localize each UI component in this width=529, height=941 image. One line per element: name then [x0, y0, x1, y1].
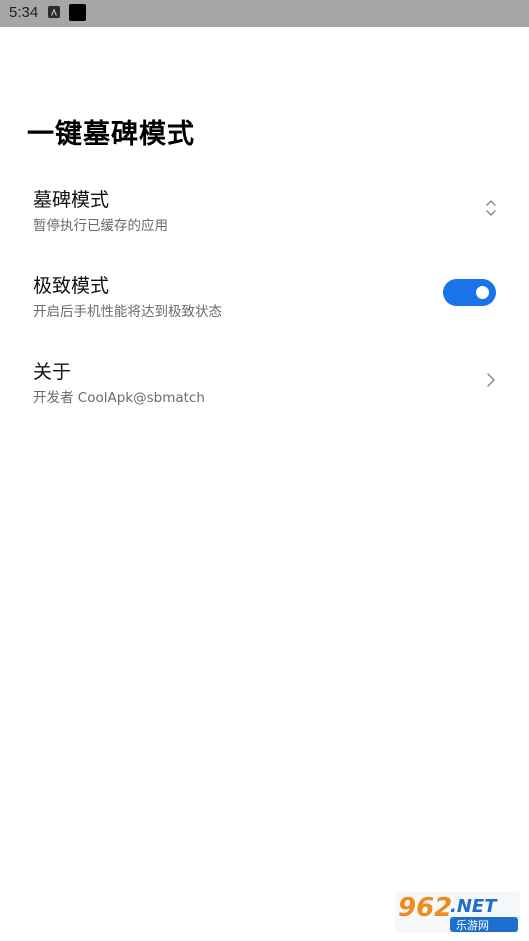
setting-title: 墓碑模式 — [33, 189, 110, 211]
up-down-icon[interactable] — [484, 197, 498, 219]
svg-text:.NET: .NET — [450, 896, 498, 917]
svg-text:962: 962 — [398, 893, 452, 923]
android-notification-icon — [48, 6, 60, 18]
setting-about[interactable]: 关于 开发者 CoolApk@sbmatch — [0, 357, 529, 427]
setting-tombstone-mode[interactable]: 墓碑模式 暂停执行已缓存的应用 — [0, 185, 529, 255]
status-bar: 5:34 — [0, 0, 529, 27]
notification-square-icon — [69, 4, 86, 21]
setting-subtitle: 开启后手机性能将达到极致状态 — [33, 304, 222, 320]
watermark-logo: 962 .NET 乐游网 — [394, 891, 520, 933]
setting-title: 极致模式 — [33, 275, 110, 297]
setting-extreme-mode[interactable]: 极致模式 开启后手机性能将达到极致状态 — [0, 271, 529, 341]
toggle-knob — [476, 286, 489, 299]
page-title: 一键墓碑模式 — [27, 119, 195, 150]
setting-subtitle: 暂停执行已缓存的应用 — [33, 218, 168, 234]
svg-text:乐游网: 乐游网 — [456, 919, 489, 932]
status-time: 5:34 — [9, 4, 39, 21]
extreme-mode-toggle[interactable] — [443, 279, 496, 306]
chevron-right-icon[interactable] — [485, 371, 497, 389]
setting-title: 关于 — [33, 361, 72, 383]
setting-subtitle: 开发者 CoolApk@sbmatch — [33, 390, 205, 406]
